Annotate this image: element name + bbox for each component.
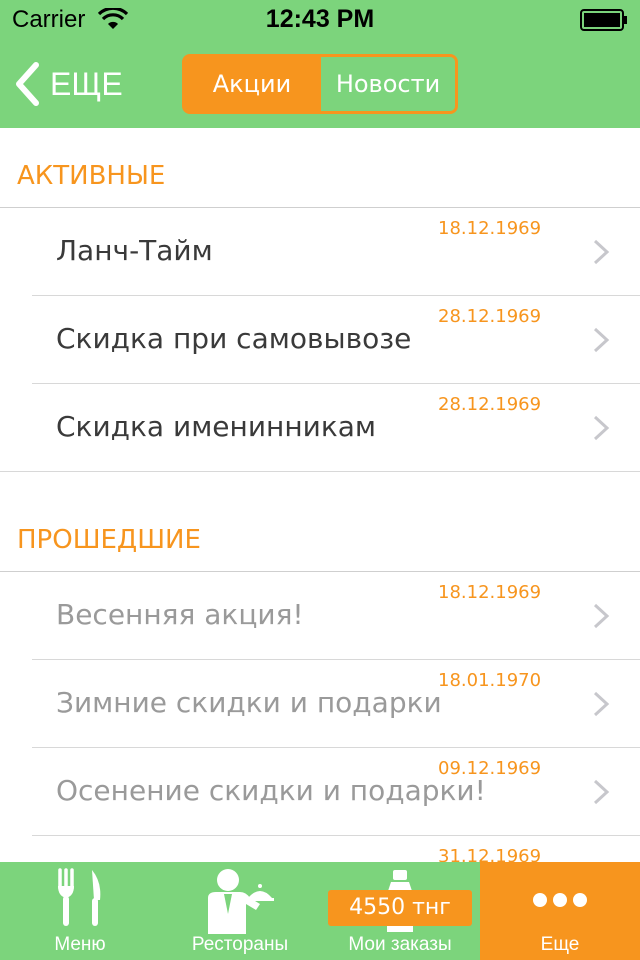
tab-label: Меню: [54, 934, 106, 955]
section-title: АКТИВНЫЕ: [17, 161, 166, 191]
list-item[interactable]: 31.12.1969: [0, 836, 640, 862]
item-date: 31.12.1969: [438, 846, 542, 862]
list-item[interactable]: Зимние скидки и подарки 18.01.1970: [0, 660, 640, 748]
top-bar: Carrier 12:43 PM ЕЩЕ Акции Новости: [0, 0, 640, 128]
tab-my-orders[interactable]: 4550 тнг Мои заказы: [320, 862, 480, 960]
segment-promotions[interactable]: Акции: [185, 57, 319, 111]
tab-label: Еще: [540, 934, 580, 955]
chevron-right-icon: [593, 327, 610, 353]
chevron-right-icon: [593, 779, 610, 805]
promotions-list[interactable]: АКТИВНЫЕ Ланч-Тайм 18.12.1969 Скидка при…: [0, 128, 640, 862]
list-item[interactable]: Скидка при самовывозе 28.12.1969: [0, 296, 640, 384]
section-header-past: ПРОШЕДШИЕ: [0, 472, 640, 572]
item-date: 18.12.1969: [438, 582, 542, 603]
chevron-left-icon: [16, 62, 39, 106]
chevron-right-icon: [593, 603, 610, 629]
segmented-control: Акции Новости: [182, 54, 458, 114]
item-date: 18.01.1970: [438, 670, 542, 691]
tab-bar: Меню Рестораны 4550 тнг Мои заказы Еще: [0, 862, 640, 960]
item-date: 18.12.1969: [438, 218, 542, 239]
fork-knife-icon: [58, 868, 101, 926]
item-title: Скидка при самовывозе: [56, 322, 412, 355]
list-item[interactable]: Скидка именинникам 28.12.1969: [0, 384, 640, 472]
segment-news[interactable]: Новости: [319, 57, 455, 111]
tab-label: Рестораны: [191, 934, 289, 955]
waiter-icon: [208, 869, 274, 934]
item-date: 09.12.1969: [438, 758, 542, 779]
list-item[interactable]: Ланч-Тайм 18.12.1969: [0, 208, 640, 296]
item-title: Весенняя акция!: [56, 598, 304, 631]
battery-icon: [580, 9, 627, 31]
status-time: 12:43 PM: [265, 5, 375, 33]
back-label: ЕЩЕ: [50, 65, 123, 102]
tab-more[interactable]: Еще: [480, 862, 640, 960]
tab-menu[interactable]: Меню: [0, 862, 160, 960]
list-item[interactable]: Весенняя акция! 18.12.1969: [0, 572, 640, 660]
chevron-right-icon: [593, 239, 610, 265]
chevron-right-icon: [593, 415, 610, 441]
item-title: Скидка именинникам: [56, 410, 377, 443]
item-title: Зимние скидки и подарки: [56, 686, 442, 719]
item-title: Ланч-Тайм: [56, 234, 213, 267]
tab-label: Мои заказы: [348, 934, 452, 955]
item-date: 28.12.1969: [438, 306, 542, 327]
list-item[interactable]: Осенение скидки и подарки! 09.12.1969: [0, 748, 640, 836]
orders-total-badge: 4550 тнг: [328, 890, 472, 926]
section-header-active: АКТИВНЫЕ: [0, 128, 640, 208]
tab-restaurants[interactable]: Рестораны: [160, 862, 320, 960]
item-title: Осенение скидки и подарки!: [56, 774, 486, 807]
more-dots-icon: [533, 893, 587, 907]
status-bar: Carrier 12:43 PM: [0, 0, 640, 40]
back-button[interactable]: ЕЩЕ: [14, 62, 123, 106]
section-title: ПРОШЕДШИЕ: [17, 525, 201, 555]
navigation-bar: ЕЩЕ Акции Новости: [0, 40, 640, 128]
item-date: 28.12.1969: [438, 394, 542, 415]
chevron-right-icon: [593, 691, 610, 717]
